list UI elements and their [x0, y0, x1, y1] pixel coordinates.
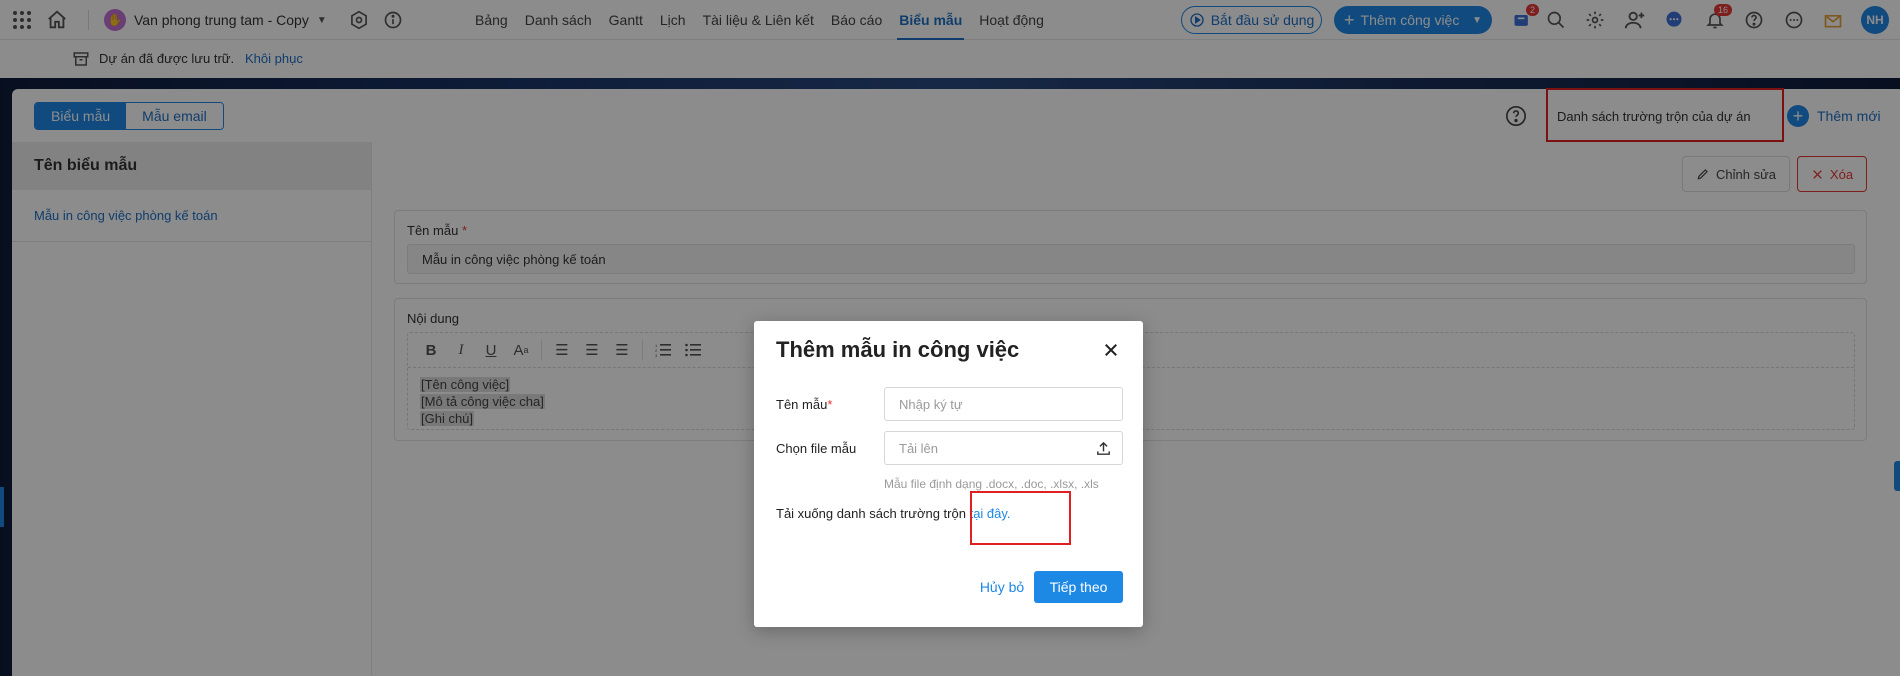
next-button[interactable]: Tiếp theo: [1034, 571, 1123, 603]
upload-icon[interactable]: [1095, 440, 1112, 457]
close-icon[interactable]: [1102, 341, 1120, 359]
upload-placeholder: Tải lên: [899, 440, 939, 456]
highlight-box: [970, 491, 1071, 545]
template-name-label: Tên mẫu*: [776, 397, 833, 412]
file-upload-input[interactable]: Tải lên: [884, 431, 1123, 465]
template-name-input[interactable]: Nhập ký tự: [884, 387, 1123, 421]
cancel-button[interactable]: Hủy bỏ: [967, 571, 1037, 603]
dialog-title: Thêm mẫu in công việc: [776, 337, 1020, 362]
add-template-dialog: Thêm mẫu in công việc Tên mẫu* Nhập ký t…: [754, 321, 1143, 627]
file-format-hint: Mẫu file định dạng .docx, .doc, .xlsx, .…: [884, 477, 1099, 491]
choose-file-label: Chọn file mẫu: [776, 441, 857, 456]
